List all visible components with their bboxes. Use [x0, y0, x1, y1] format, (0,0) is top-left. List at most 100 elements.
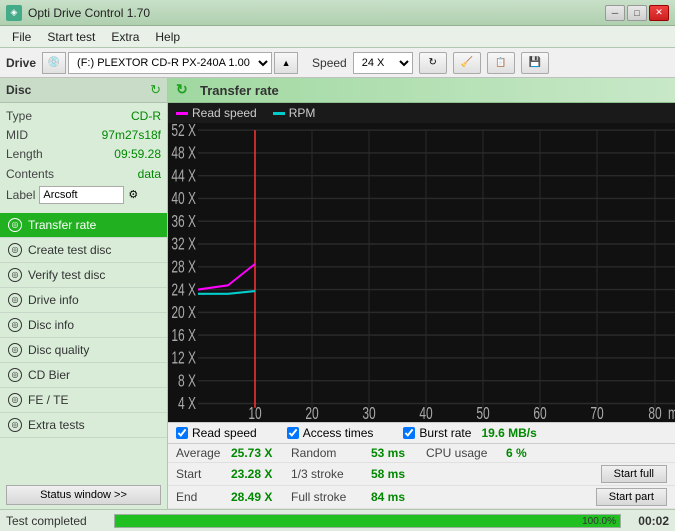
disc-refresh-icon[interactable]: ↻ — [150, 82, 161, 98]
access-times-checkbox[interactable] — [287, 427, 299, 439]
chart-legend: Read speed RPM — [168, 103, 675, 123]
svg-text:40: 40 — [419, 405, 432, 422]
close-button[interactable]: ✕ — [649, 5, 669, 21]
start-full-button[interactable]: Start full — [601, 465, 667, 483]
disc-info-icon: ◎ — [8, 318, 22, 332]
stroke1-label: 1/3 stroke — [291, 467, 371, 481]
progress-bar: 100.0% — [114, 514, 621, 528]
drive-select[interactable]: (F:) PLEXTOR CD-R PX-240A 1.00 — [68, 52, 272, 74]
burst-rate-val: 19.6 MB/s — [481, 426, 536, 440]
mid-val: 97m27s18f — [102, 126, 161, 145]
stroke1-val: 58 ms — [371, 467, 426, 481]
nav-cd-bier[interactable]: ◎ CD Bier — [0, 363, 167, 388]
menu-help[interactable]: Help — [147, 28, 188, 46]
nav-create-test-disc[interactable]: ◎ Create test disc — [0, 238, 167, 263]
menu-file[interactable]: File — [4, 28, 39, 46]
menu-extra[interactable]: Extra — [103, 28, 147, 46]
nav-disc-quality[interactable]: ◎ Disc quality — [0, 338, 167, 363]
svg-text:44 X: 44 X — [171, 167, 196, 186]
average-val: 25.73 X — [231, 446, 291, 460]
burst-rate-label: Burst rate — [419, 426, 471, 440]
extra-tests-icon: ◎ — [8, 418, 22, 432]
disc-contents-row: Contents data — [6, 165, 161, 184]
nav-disc-info[interactable]: ◎ Disc info — [0, 313, 167, 338]
disc-label-key: Label — [6, 186, 35, 205]
checkbox-row: Read speed Access times Burst rate 19.6 … — [168, 422, 675, 443]
cpu-label: CPU usage — [426, 446, 506, 460]
speed-label: Speed — [312, 56, 347, 70]
nav-fe-te-label: FE / TE — [28, 393, 68, 407]
maximize-button[interactable]: □ — [627, 5, 647, 21]
random-val: 53 ms — [371, 446, 426, 460]
end-val: 28.49 X — [231, 490, 291, 504]
erase-button[interactable]: 🧹 — [453, 52, 481, 74]
disc-type-row: Type CD-R — [6, 107, 161, 126]
nav-extra-tests[interactable]: ◎ Extra tests — [0, 413, 167, 438]
stats-row-3: End 28.49 X Full stroke 84 ms Start part — [168, 486, 675, 509]
drive-icon: 💿 — [42, 52, 66, 74]
status-text: Test completed — [6, 514, 106, 528]
nav-fe-te[interactable]: ◎ FE / TE — [0, 388, 167, 413]
nav-drive-info[interactable]: ◎ Drive info — [0, 288, 167, 313]
nav-verify-test-disc[interactable]: ◎ Verify test disc — [0, 263, 167, 288]
svg-text:30: 30 — [362, 405, 375, 422]
cd-bier-icon: ◎ — [8, 368, 22, 382]
svg-text:4 X: 4 X — [178, 395, 196, 414]
burst-rate-checkbox-item: Burst rate 19.6 MB/s — [403, 426, 536, 440]
chart-svg: 52 X 48 X 44 X 40 X 36 X 32 X 28 X 24 X … — [168, 123, 675, 422]
disc-label-input[interactable] — [39, 186, 124, 204]
disc-quality-icon: ◎ — [8, 343, 22, 357]
disc-label-icon[interactable]: ⚙ — [128, 187, 138, 205]
time-display: 00:02 — [629, 514, 669, 528]
menu-starttest[interactable]: Start test — [39, 28, 103, 46]
refresh-button[interactable]: ↻ — [419, 52, 447, 74]
disc-length-row: Length 09:59.28 — [6, 145, 161, 164]
access-times-checkbox-item: Access times — [287, 426, 374, 440]
disc-mid-row: MID 97m27s18f — [6, 126, 161, 145]
legend-rpm-label: RPM — [289, 106, 316, 120]
start-part-button[interactable]: Start part — [596, 488, 667, 506]
contents-label: Contents — [6, 165, 54, 184]
rpm-color — [273, 112, 285, 115]
save-button[interactable]: 💾 — [521, 52, 549, 74]
transfer-rate-icon: ◎ — [8, 218, 22, 232]
svg-text:48 X: 48 X — [171, 145, 196, 164]
read-speed-checkbox[interactable] — [176, 427, 188, 439]
nav-create-test-disc-label: Create test disc — [28, 243, 111, 257]
progress-label: 100.0% — [582, 515, 616, 529]
stroke2-label: Full stroke — [291, 490, 371, 504]
svg-text:20: 20 — [305, 405, 318, 422]
app-icon: ◈ — [6, 5, 22, 21]
burst-rate-checkbox[interactable] — [403, 427, 415, 439]
svg-text:36 X: 36 X — [171, 213, 196, 232]
length-label: Length — [6, 145, 43, 164]
length-val: 09:59.28 — [114, 145, 161, 164]
disc-label-row: Label ⚙ — [6, 186, 161, 205]
nav-disc-quality-label: Disc quality — [28, 343, 89, 357]
stats-row-2: Start 23.28 X 1/3 stroke 58 ms Start ful… — [168, 463, 675, 486]
svg-text:40 X: 40 X — [171, 190, 196, 209]
speed-select[interactable]: 24 X Max 16 X 8 X — [353, 52, 413, 74]
mid-label: MID — [6, 126, 28, 145]
svg-text:24 X: 24 X — [171, 281, 196, 300]
create-test-disc-icon: ◎ — [8, 243, 22, 257]
main-content: Disc ↻ Type CD-R MID 97m27s18f Length 09… — [0, 78, 675, 509]
minimize-button[interactable]: ─ — [605, 5, 625, 21]
legend-rpm: RPM — [273, 106, 316, 120]
eject-button[interactable]: ▲ — [274, 52, 298, 74]
cpu-val: 6 % — [506, 446, 551, 460]
legend-read-speed: Read speed — [176, 106, 257, 120]
stroke2-val: 84 ms — [371, 490, 426, 504]
disc-section-title: Disc — [6, 83, 31, 97]
svg-text:52 X: 52 X — [171, 123, 196, 140]
copy-button[interactable]: 📋 — [487, 52, 515, 74]
svg-text:70: 70 — [590, 405, 603, 422]
stats-row-1: Average 25.73 X Random 53 ms CPU usage 6… — [168, 444, 675, 463]
status-window-button[interactable]: Status window >> — [6, 485, 161, 505]
disc-header: Disc ↻ — [0, 78, 167, 103]
svg-text:16 X: 16 X — [171, 327, 196, 346]
chart-container: 52 X 48 X 44 X 40 X 36 X 32 X 28 X 24 X … — [168, 123, 675, 422]
titlebar-left: ◈ Opti Drive Control 1.70 — [6, 5, 150, 21]
nav-transfer-rate[interactable]: ◎ Transfer rate — [0, 213, 167, 238]
svg-text:32 X: 32 X — [171, 236, 196, 255]
